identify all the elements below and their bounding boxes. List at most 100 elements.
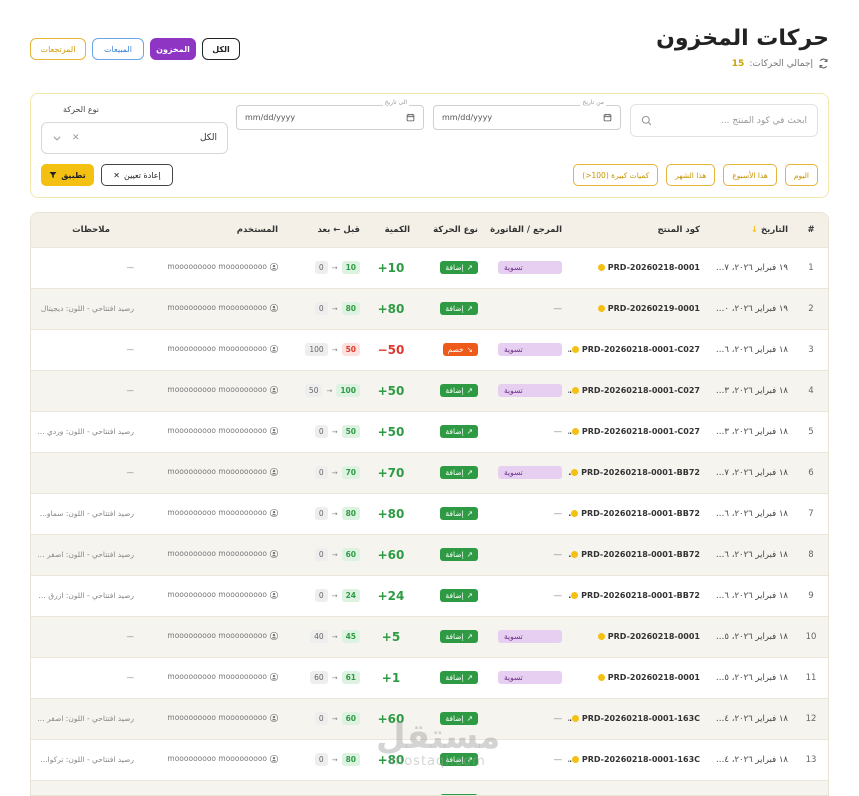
tab-returns[interactable]: المرتجعات [30,38,86,60]
table-row[interactable]: 1 ١٩ فبراير ٢٠٢٦، ٠٣:٣٧ م PRD-20260218-0… [31,247,828,288]
row-user [140,780,284,795]
row-qty: 5+ [381,629,401,644]
col-date[interactable]: التاريخ ↓ [706,213,794,247]
user-info: mooooooooo mooooooooo [167,549,278,558]
row-date: ١٩ فبراير ٢٠٢٦، ٠٣:٣٧ م [706,262,788,273]
user-name: mooooooooo mooooooooo [167,385,267,395]
product-code[interactable]: PRD-20260218-0001-163C [571,755,700,764]
row-type: ↗إضافة [416,780,484,795]
date-from-field[interactable]: من تاريخ mm/dd/yyyy [433,99,621,130]
product-dot-icon [597,305,605,312]
chevron-down-icon[interactable] [52,133,62,143]
movement-type-text: خصم [447,345,464,354]
tab-all[interactable]: الكل [202,38,240,60]
calendar-icon[interactable] [603,113,612,122]
quick-today-button[interactable]: اليوم [784,164,818,186]
product-code[interactable]: PRD-20260218-0001 [597,632,700,641]
user-info: mooooooooo mooooooooo [167,672,278,681]
row-before-after: 60 → 61 [284,657,366,698]
clear-icon[interactable]: ✕ [72,133,80,143]
product-code[interactable]: PRD-20260218-0001-163C [571,714,700,723]
row-user: mooooooooo mooooooooo [140,493,284,534]
table-row[interactable]: 5 ١٨ فبراير ٢٠٢٦، ٠٧:٠٣ م PRD-20260218-0… [31,411,828,452]
product-code[interactable]: PRD-20260219-0001 [597,304,700,313]
movement-type-badge: ↗إضافة [440,712,478,725]
product-code[interactable]: PRD-20260218-0001-BB72 [571,550,700,559]
table-row[interactable]: 2 ١٩ فبراير ٢٠٢٦، ٠٣:١٠ م PRD-20260219-0… [31,288,828,329]
row-ref: — [484,739,568,780]
calendar-icon[interactable] [406,113,415,122]
col-before-after: قبل ← بعد [317,224,360,235]
refresh-icon[interactable] [818,58,829,69]
row-type: ↗إضافة [416,534,484,575]
product-code-text: PRD-20260218-0001-163C [581,714,700,723]
user-name: mooooooooo mooooooooo [167,549,267,559]
row-notes: رصيد افتتاحي - اللون: ديجيتال [40,304,134,313]
before-value: 0 [314,712,328,725]
table-row[interactable]: 13 ١٨ فبراير ٢٠٢٦، ٠٧:٣٤ ص PRD-20260218-… [31,739,828,780]
movement-type-badge: ↗إضافة [440,671,478,684]
trend-up-icon: ↗ [466,427,473,436]
before-value: 0 [314,466,328,479]
movement-type-badge: ↗إضافة [440,630,478,643]
row-qty: 1+ [381,670,401,685]
user-name: mooooooooo mooooooooo [167,713,267,723]
quick-week-button[interactable]: هذا الأسبوع [723,164,777,186]
sort-icon[interactable]: ↓ [751,225,758,235]
product-code-text: PRD-20260218-0001-C027 [581,427,700,436]
row-ref: — [484,288,568,329]
arrow-icon: → [331,673,338,682]
product-dot-icon [571,428,579,435]
row-date: ١٩ فبراير ٢٠٢٦، ٠٣:١٠ م [706,303,788,314]
table-row[interactable]: — ↗إضافة 80+ [31,780,828,795]
row-index: 10 [805,631,817,642]
before-after: 0 → 24 [314,589,360,602]
user-info: mooooooooo mooooooooo [167,713,278,722]
product-code[interactable]: PRD-20260218-0001-BB72 [571,591,700,600]
user-icon [270,672,278,681]
user-icon [270,713,278,722]
user-info: mooooooooo mooooooooo [167,590,278,599]
product-code[interactable]: PRD-20260218-0001-BB72 [571,468,700,477]
product-code-text: PRD-20260218-0001-163C [581,755,700,764]
quick-month-button[interactable]: هذا الشهر [666,164,716,186]
product-code[interactable]: PRD-20260218-0001-C027 [571,386,700,395]
arrow-icon: → [331,468,338,477]
product-code-text: PRD-20260218-0001 [607,632,700,641]
before-after: 0 → 80 [314,302,360,315]
row-user: mooooooooo mooooooooo [140,329,284,370]
table-row[interactable]: 9 ١٨ فبراير ٢٠٢٦، ٠٦:٣٦ م PRD-20260218-0… [31,575,828,616]
product-code[interactable]: PRD-20260218-0001-C027 [571,427,700,436]
tab-sales[interactable]: المبيعات [92,38,144,60]
product-code[interactable]: PRD-20260218-0001-BB72 [571,509,700,518]
product-dot-icon [571,469,579,476]
quick-large-qty-button[interactable]: كميات كبيرة (100<) [573,164,659,186]
table-row[interactable]: 8 ١٨ فبراير ٢٠٢٦، ٠٦:٣٦ م PRD-20260218-0… [31,534,828,575]
table-row[interactable]: 11 ١٨ فبراير ٢٠٢٦، ٠٧:٣٥ ص PRD-20260218-… [31,657,828,698]
product-code[interactable]: PRD-20260218-0001 [597,263,700,272]
product-dot-icon [571,756,579,763]
table-row[interactable]: 7 ١٨ فبراير ٢٠٢٦، ٠٦:٣٦ م PRD-20260218-0… [31,493,828,534]
search-input[interactable]: ابحث في كود المنتج ... [630,104,818,137]
row-date: ١٨ فبراير ٢٠٢٦، ٠٦:٣٦ م [706,549,788,560]
product-code-text: PRD-20260218-0001 [607,673,700,682]
row-user: mooooooooo mooooooooo [140,698,284,739]
reset-button[interactable]: ✕ إعادة تعيين [101,164,173,186]
product-code[interactable]: PRD-20260218-0001-C027 [571,345,700,354]
table-row[interactable]: 4 ١٨ فبراير ٢٠٢٦، ٠٧:٣٣ م PRD-20260218-0… [31,370,828,411]
movement-type-value: الكل [199,133,217,143]
table-row[interactable]: 6 ١٨ فبراير ٢٠٢٦، ٠٦:٣٧ م PRD-20260218-0… [31,452,828,493]
table-row[interactable]: 3 ١٨ فبراير ٢٠٢٦، ٠٧:٣٦ م PRD-20260218-0… [31,329,828,370]
table-header-row: # التاريخ ↓ كود المنتج المرجع / الفاتورة… [31,213,828,247]
row-ref: — [484,534,568,575]
row-date: ١٨ فبراير ٢٠٢٦، ٠٧:٣٤ ص [706,713,788,724]
col-date-label: التاريخ [761,224,788,235]
table-row[interactable]: 12 ١٨ فبراير ٢٠٢٦، ٠٧:٣٤ ص PRD-20260218-… [31,698,828,739]
apply-button[interactable]: تطبيق [41,164,94,186]
movement-type-select[interactable]: الكل ✕ [41,122,228,154]
table-row[interactable]: 10 ١٨ فبراير ٢٠٢٦، ٠٧:٣٥ ص PRD-20260218-… [31,616,828,657]
product-code[interactable]: PRD-20260218-0001 [597,673,700,682]
tab-inventory[interactable]: المخزون [150,38,196,60]
date-to-field[interactable]: الى تاريخ mm/dd/yyyy [236,99,424,130]
trend-up-icon: ↗ [466,509,473,518]
